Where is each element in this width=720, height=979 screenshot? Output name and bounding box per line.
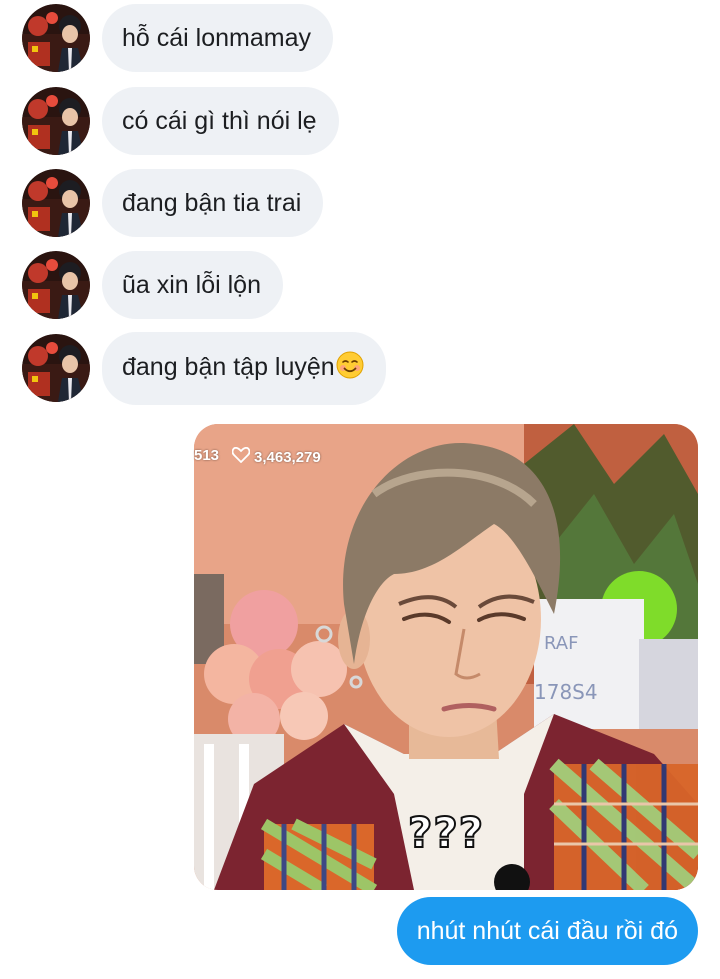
incoming-message-bubble[interactable]: ũa xin lỗi lộn — [102, 251, 283, 319]
message-text: đang bận tia trai — [122, 189, 302, 217]
incoming-message-bubble[interactable]: có cái gì thì nói lẹ — [102, 87, 339, 155]
message-text: có cái gì thì nói lẹ — [122, 107, 317, 135]
image-stat-count: 513 — [194, 447, 219, 464]
message-row: đang bận tập luyện — [22, 331, 386, 405]
message-row: đang bận tia trai — [22, 169, 324, 237]
avatar[interactable] — [22, 87, 90, 155]
message-text: nhút nhút cái đầu rồi đó — [416, 917, 678, 945]
message-text: ũa xin lỗi lộn — [122, 271, 261, 299]
stat-count-text: 513 — [194, 447, 220, 464]
outgoing-message-bubble[interactable]: nhút nhút cái đầu rồi đó — [396, 897, 698, 965]
likes-count: 3,463,279 — [254, 448, 321, 466]
message-row: có cái gì thì nói lẹ — [22, 87, 339, 155]
image-likes: 3,463,279 — [231, 446, 321, 467]
incoming-message-bubble[interactable]: đang bận tia trai — [102, 169, 324, 237]
svg-text:RAF: RAF — [544, 633, 578, 654]
avatar[interactable] — [22, 169, 90, 237]
avatar[interactable] — [22, 334, 90, 402]
message-row: ũa xin lỗi lộn — [22, 251, 283, 319]
message-row: hỗ cái lonmamay — [22, 4, 333, 72]
avatar[interactable] — [22, 251, 90, 319]
svg-text:178S4: 178S4 — [534, 680, 598, 704]
avatar[interactable] — [22, 4, 90, 72]
meme-caption: ??? — [407, 807, 485, 858]
message-text: hỗ cái lonmamay — [122, 24, 311, 52]
smiling-face-emoji-icon — [336, 351, 364, 386]
message-text: đang bận tập luyện — [122, 352, 335, 381]
incoming-message-bubble[interactable]: hỗ cái lonmamay — [102, 4, 333, 72]
incoming-message-bubble[interactable]: đang bận tập luyện — [102, 331, 386, 405]
heart-icon — [231, 446, 251, 467]
